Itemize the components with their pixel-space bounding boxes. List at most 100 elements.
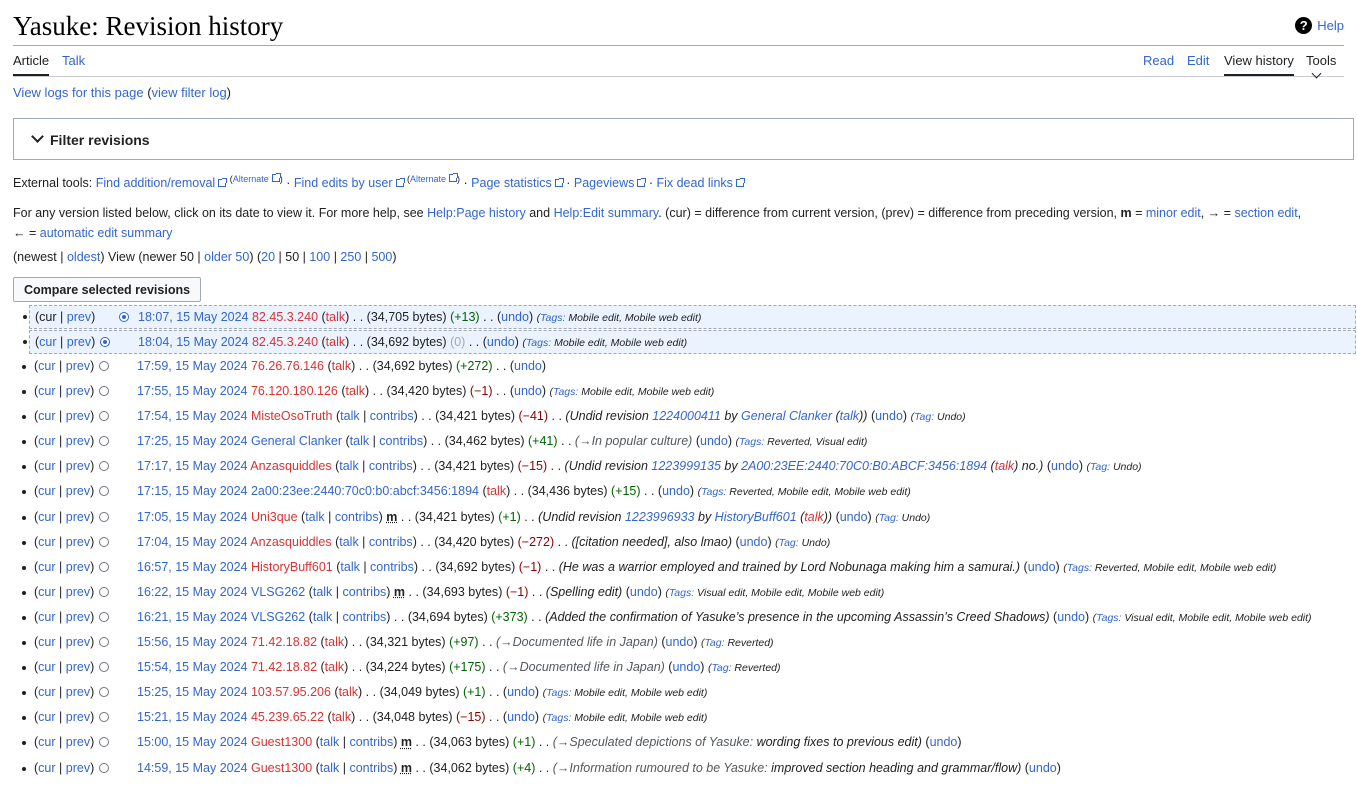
user-talk-link[interactable]: talk [320, 735, 339, 749]
tools-menu[interactable]: Tools [1306, 53, 1344, 89]
limit-250-link[interactable]: 250 [340, 250, 361, 264]
compare-selected-revisions-button[interactable]: Compare selected revisions [13, 277, 202, 302]
section-link[interactable]: (→Documented life in Japan) [496, 635, 658, 649]
diff-radio[interactable] [99, 712, 109, 723]
user-talk-link[interactable]: talk [346, 384, 365, 398]
revision-date-link[interactable]: 17:54, 15 May 2024 [137, 409, 248, 423]
pageviews-link[interactable]: Pageviews [574, 176, 634, 190]
undo-link[interactable]: undo [672, 660, 700, 674]
section-link[interactable]: (→Speculated depictions of Yasuke: [553, 735, 757, 749]
find-addition-removal-link[interactable]: Find addition/removal [96, 176, 216, 190]
page-statistics-link[interactable]: Page statistics [471, 176, 552, 190]
user-talk-link[interactable]: talk [332, 359, 351, 373]
user-contribs-link[interactable]: contribs [343, 610, 387, 624]
tags-link[interactable]: Tags: [1096, 612, 1121, 624]
undo-link[interactable]: undo [875, 409, 903, 423]
cur-link[interactable]: cur [38, 459, 55, 473]
tab-edit[interactable]: Edit [1187, 53, 1209, 74]
undo-link[interactable]: undo [507, 685, 535, 699]
help-edit-summary-link[interactable]: Help:Edit summary [554, 206, 659, 220]
help-link[interactable]: ? Help [1295, 17, 1344, 34]
prev-link[interactable]: prev [66, 685, 90, 699]
summary-link[interactable]: talk [840, 409, 859, 423]
user-talk-link[interactable]: talk [350, 434, 369, 448]
diff-radio[interactable] [99, 611, 109, 622]
user-contribs-link[interactable]: contribs [349, 735, 393, 749]
tab-talk[interactable]: Talk [62, 53, 85, 74]
summary-link[interactable]: 1223996933 [625, 510, 695, 524]
user-talk-link[interactable]: talk [340, 409, 359, 423]
cur-link[interactable]: cur [38, 610, 55, 624]
cur-link[interactable]: cur [38, 635, 55, 649]
tags-link[interactable]: Tags: [526, 337, 551, 349]
diff-radio[interactable] [99, 361, 109, 371]
user-link[interactable]: VLSG262 [251, 610, 305, 624]
undo-link[interactable]: undo [930, 735, 958, 749]
section-link[interactable]: (→Information rumoured to be Yasuke: [553, 761, 771, 775]
undo-link[interactable]: undo [487, 335, 515, 349]
user-link[interactable]: Guest1300 [251, 761, 312, 775]
prev-link[interactable]: prev [66, 535, 90, 549]
cur-link[interactable]: cur [38, 710, 55, 724]
tab-view-history[interactable]: View history [1224, 53, 1294, 76]
user-link[interactable]: 82.45.3.240 [252, 310, 318, 324]
prev-link[interactable]: prev [66, 510, 90, 524]
prev-link[interactable]: prev [66, 735, 90, 749]
diff-radio[interactable] [100, 337, 110, 347]
summary-link[interactable]: 1223999135 [651, 459, 721, 473]
find-edits-by-user-link[interactable]: Find edits by user [294, 176, 393, 190]
undo-link[interactable]: undo [514, 359, 542, 373]
user-link[interactable]: 2a00:23ee:2440:70c0:b0:abcf:3456:1894 [251, 484, 479, 498]
cur-link[interactable]: cur [39, 335, 56, 349]
prev-link[interactable]: prev [66, 660, 90, 674]
limit-20-link[interactable]: 20 [261, 250, 275, 264]
user-talk-link[interactable]: talk [339, 535, 358, 549]
prev-link[interactable]: prev [66, 409, 90, 423]
user-contribs-link[interactable]: contribs [370, 409, 414, 423]
undo-link[interactable]: undo [507, 710, 535, 724]
user-link[interactable]: 76.120.180.126 [251, 384, 338, 398]
revision-date-link[interactable]: 18:07, 15 May 2024 [138, 310, 249, 324]
revision-date-link[interactable]: 15:25, 15 May 2024 [137, 685, 248, 699]
alternate-link[interactable]: Alternate [410, 174, 446, 184]
tab-read[interactable]: Read [1143, 53, 1174, 74]
user-link[interactable]: 71.42.18.82 [251, 660, 317, 674]
user-talk-link[interactable]: talk [325, 660, 344, 674]
tags-link[interactable]: Tag: [704, 637, 724, 649]
limit-100-link[interactable]: 100 [309, 250, 330, 264]
user-talk-link[interactable]: talk [332, 710, 351, 724]
diff-radio[interactable] [99, 762, 109, 773]
user-contribs-link[interactable]: contribs [370, 560, 414, 574]
cur-link[interactable]: cur [38, 585, 55, 599]
cur-link[interactable]: cur [38, 409, 55, 423]
tags-link[interactable]: Tags: [540, 312, 565, 324]
diff-radio[interactable] [99, 386, 109, 397]
diff-radio[interactable] [99, 561, 109, 572]
user-contribs-link[interactable]: contribs [369, 459, 413, 473]
undo-link[interactable]: undo [700, 434, 728, 448]
user-link[interactable]: Uni3que [251, 510, 298, 524]
revision-date-link[interactable]: 16:21, 15 May 2024 [137, 610, 248, 624]
revision-date-link[interactable]: 17:17, 15 May 2024 [137, 459, 248, 473]
tags-link[interactable]: Tags: [739, 436, 764, 448]
undo-link[interactable]: undo [666, 635, 694, 649]
undo-link[interactable]: undo [1029, 761, 1057, 775]
undo-link[interactable]: undo [740, 535, 768, 549]
user-link[interactable]: General Clanker [251, 434, 342, 448]
cur-link[interactable]: cur [38, 359, 55, 373]
user-link[interactable]: 71.42.18.82 [251, 635, 317, 649]
user-contribs-link[interactable]: contribs [349, 761, 393, 775]
revision-date-link[interactable]: 15:21, 15 May 2024 [137, 710, 248, 724]
prev-link[interactable]: prev [66, 484, 90, 498]
prev-link[interactable]: prev [66, 761, 90, 775]
diff-radio[interactable] [99, 737, 109, 748]
undo-link[interactable]: undo [1028, 560, 1056, 574]
summary-talk-link[interactable]: talk [995, 459, 1014, 473]
revision-date-link[interactable]: 17:59, 15 May 2024 [137, 359, 248, 373]
summary-link[interactable]: 1224000411 [652, 409, 721, 423]
user-contribs-link[interactable]: contribs [335, 510, 379, 524]
user-talk-link[interactable]: talk [325, 635, 344, 649]
cur-link[interactable]: cur [38, 384, 55, 398]
oldid-radio[interactable] [119, 312, 129, 322]
diff-radio[interactable] [99, 511, 109, 522]
